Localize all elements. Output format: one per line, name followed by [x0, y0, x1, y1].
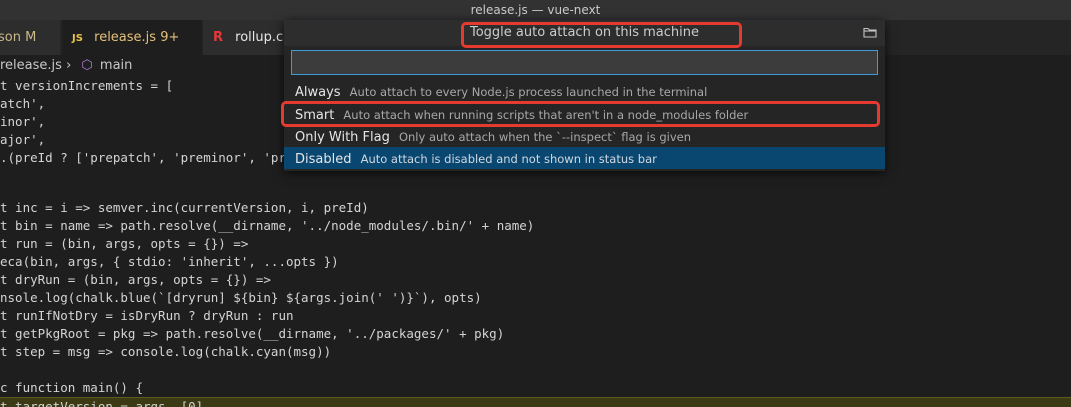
- folder-icon[interactable]: [863, 25, 877, 39]
- rollup-icon: R: [213, 30, 224, 45]
- option-always[interactable]: Always Auto attach to every Node.js proc…: [284, 80, 885, 102]
- code-line: t inc = i => semver.inc(currentVersion, …: [0, 200, 369, 215]
- code-line-current: t targetVersion = args._[0]: [0, 397, 1071, 407]
- window-title: release.js — vue-next: [0, 0, 1071, 20]
- code-line: nsole.log(chalk.blue(`[dryrun] ${bin} ${…: [0, 290, 482, 305]
- code-line: t run = (bin, args, opts = {}) =>: [0, 236, 249, 251]
- tab-rollup-config[interactable]: R rollup.co: [203, 20, 293, 55]
- breadcrumb-separator: ›: [66, 58, 72, 73]
- tab-label: son M: [0, 30, 37, 45]
- highlight-smart-box: [281, 101, 880, 127]
- breadcrumb: release.js › ⬡ main: [0, 55, 132, 77]
- highlight-title-box: [461, 22, 742, 48]
- palette-input[interactable]: [291, 50, 878, 75]
- tab-package-json[interactable]: son M: [0, 20, 60, 55]
- code-line: eca(bin, args, { stdio: 'inherit', ...op…: [0, 254, 339, 269]
- option-description: Only auto attach when the `--inspect` fl…: [398, 130, 692, 144]
- tab-release-js[interactable]: JS release.js 9+: [62, 20, 202, 55]
- option-label: Always: [295, 85, 341, 100]
- option-description: Auto attach to every Node.js process lau…: [349, 85, 708, 99]
- option-description: Auto attach is disabled and not shown in…: [360, 152, 657, 166]
- option-disabled[interactable]: Disabled Auto attach is disabled and not…: [284, 147, 885, 169]
- tab-label: release.js 9+: [94, 30, 180, 45]
- code-line: c function main() {: [0, 380, 143, 395]
- code-line: t runIfNotDry = isDryRun ? dryRun : run: [0, 308, 294, 323]
- option-only-with-flag[interactable]: Only With Flag Only auto attach when the…: [284, 125, 885, 147]
- tab-label: rollup.co: [235, 30, 292, 45]
- breadcrumb-symbol[interactable]: main: [100, 58, 132, 73]
- code-line: t getPkgRoot = pkg => path.resolve(__dir…: [0, 326, 505, 341]
- js-file-icon: JS: [72, 33, 83, 44]
- code-line: t bin = name => path.resolve(__dirname, …: [0, 218, 535, 233]
- option-label: Only With Flag: [295, 130, 390, 145]
- breadcrumb-file[interactable]: release.js: [0, 58, 62, 73]
- code-line: t step = msg => console.log(chalk.cyan(m…: [0, 344, 332, 359]
- symbol-cube-icon: ⬡: [81, 58, 93, 73]
- code-line: t dryRun = (bin, args, opts = {}) =>: [0, 272, 271, 287]
- option-label: Disabled: [295, 152, 352, 167]
